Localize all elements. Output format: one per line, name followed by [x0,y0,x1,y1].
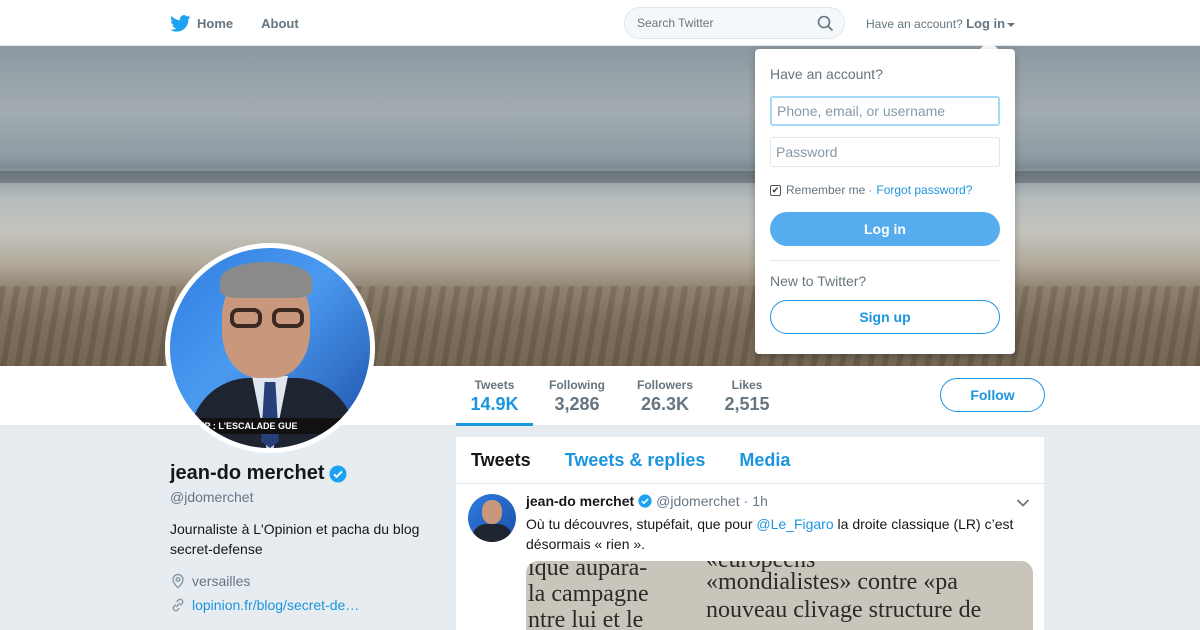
stat-likes[interactable]: Likes 2,515 [720,366,774,426]
nav-about[interactable]: About [261,16,299,31]
location-pin-icon [172,573,184,589]
stat-label: Followers [636,378,693,392]
avatar-caption: RUMP : L'ESCALADE GUE [170,418,370,434]
tweet-avatar[interactable] [468,494,516,542]
signup-button[interactable]: Sign up [770,300,1000,334]
avatar-photo: RUMP : L'ESCALADE GUE [170,248,370,448]
search-input[interactable] [637,16,807,30]
profile-header-card: jean-do merchet @jdomerchet Journaliste … [170,462,440,613]
media-text-line: ntre lui et le [528,607,644,630]
stat-following[interactable]: Following 3,286 [545,366,609,426]
search-box[interactable] [624,7,845,39]
separator-dot: · [868,183,873,197]
stat-label: Following [549,378,605,392]
profile-handle[interactable]: @jdomerchet [170,489,440,505]
login-dropdown: Have an account? ✔ Remember me · Forgot … [755,49,1015,354]
tweet-author-handle[interactable]: @jdomerchet [656,493,739,509]
tab-tweets-replies[interactable]: Tweets & replies [565,450,706,471]
verified-badge-icon [638,494,652,508]
verified-badge-icon [329,465,347,482]
tab-media[interactable]: Media [739,450,790,471]
remember-me-label[interactable]: Remember me [786,183,865,197]
profile-name-row: jean-do merchet [170,462,440,485]
username-field[interactable] [770,96,1000,126]
timeline-tabs: Tweets Tweets & replies Media [456,437,1044,484]
login-toggle-label: Log in [966,16,1006,31]
stat-value: 14.9K [470,394,519,414]
stat-followers[interactable]: Followers 26.3K [633,366,697,426]
nav-about-label: About [261,15,299,31]
link-icon [172,598,184,612]
timeline: Tweets Tweets & replies Media jean-do me… [456,437,1044,630]
dropdown-arrow [980,40,998,49]
stat-value: 26.3K [640,394,690,414]
login-button[interactable]: Log in [770,212,1000,246]
nav-home[interactable]: Home [170,14,234,32]
banner-shoreline [0,171,1200,183]
have-account-text: Have an account? [866,17,963,31]
nav-home-label: Home [197,15,234,31]
tweet[interactable]: jean-do merchet @jdomerchet · 1h Où tu d… [456,484,1044,630]
caret-down-icon [1007,22,1016,27]
follow-button[interactable]: Follow [940,378,1045,412]
login-dropdown-toggle[interactable]: Log in [966,16,1016,31]
tweet-text-part: Où tu découvres, stupéfait, que pour [526,516,757,532]
profile-name[interactable]: jean-do merchet [170,462,324,485]
profile-avatar[interactable]: RUMP : L'ESCALADE GUE [165,243,375,453]
stat-tweets[interactable]: Tweets 14.9K [456,366,533,426]
tab-tweets[interactable]: Tweets [471,450,531,471]
dropdown-divider [770,260,1000,261]
chevron-down-icon[interactable] [1016,498,1030,508]
tweet-header: jean-do merchet @jdomerchet · 1h [526,493,768,509]
tweet-text: Où tu découvres, stupéfait, que pour @Le… [526,514,1026,554]
profile-bio: Journaliste à L'Opinion et pacha du blog… [170,521,420,557]
location-text: versailles [192,573,251,589]
tweet-dot: · [743,493,749,509]
nav-left: Home About [170,0,327,46]
profile-location: versailles [170,573,440,589]
avatar-glasses [230,308,306,328]
tweet-media-image[interactable]: ique aupara- «européens la campagne «mon… [526,561,1033,630]
tweet-author-name[interactable]: jean-do merchet [526,493,634,509]
twitter-bird-icon [170,14,191,32]
tweet-timestamp[interactable]: 1h [752,493,768,509]
tweet-mention-link[interactable]: @Le_Figaro [756,516,833,532]
avatar-hair [220,262,312,298]
account-prompt: Have an account? Log in [866,16,1016,31]
media-text-line: «mondialistes» contre «pa [706,569,958,595]
new-to-twitter-text: New to Twitter? [770,273,867,289]
password-field[interactable] [770,137,1000,167]
stat-label: Tweets [474,378,515,392]
remember-row: ✔ Remember me · Forgot password? [770,183,972,197]
profile-url-text[interactable]: lopinion.fr/blog/secret-de… [192,597,359,613]
stat-label: Likes [731,378,763,392]
media-text-line: nouveau clivage structure de [706,597,982,623]
media-text-line: ique aupara- [528,561,648,581]
dropdown-heading: Have an account? [770,66,883,82]
search-icon[interactable] [817,15,834,32]
forgot-password-link[interactable]: Forgot password? [876,183,972,197]
media-text-line: la campagne [528,581,649,607]
top-navigation: Home About Have an account? Log in [0,0,1200,46]
profile-url[interactable]: lopinion.fr/blog/secret-de… [170,597,440,613]
stat-value: 3,286 [554,394,600,414]
remember-me-checkbox[interactable]: ✔ [770,184,781,196]
stat-value: 2,515 [724,394,770,414]
